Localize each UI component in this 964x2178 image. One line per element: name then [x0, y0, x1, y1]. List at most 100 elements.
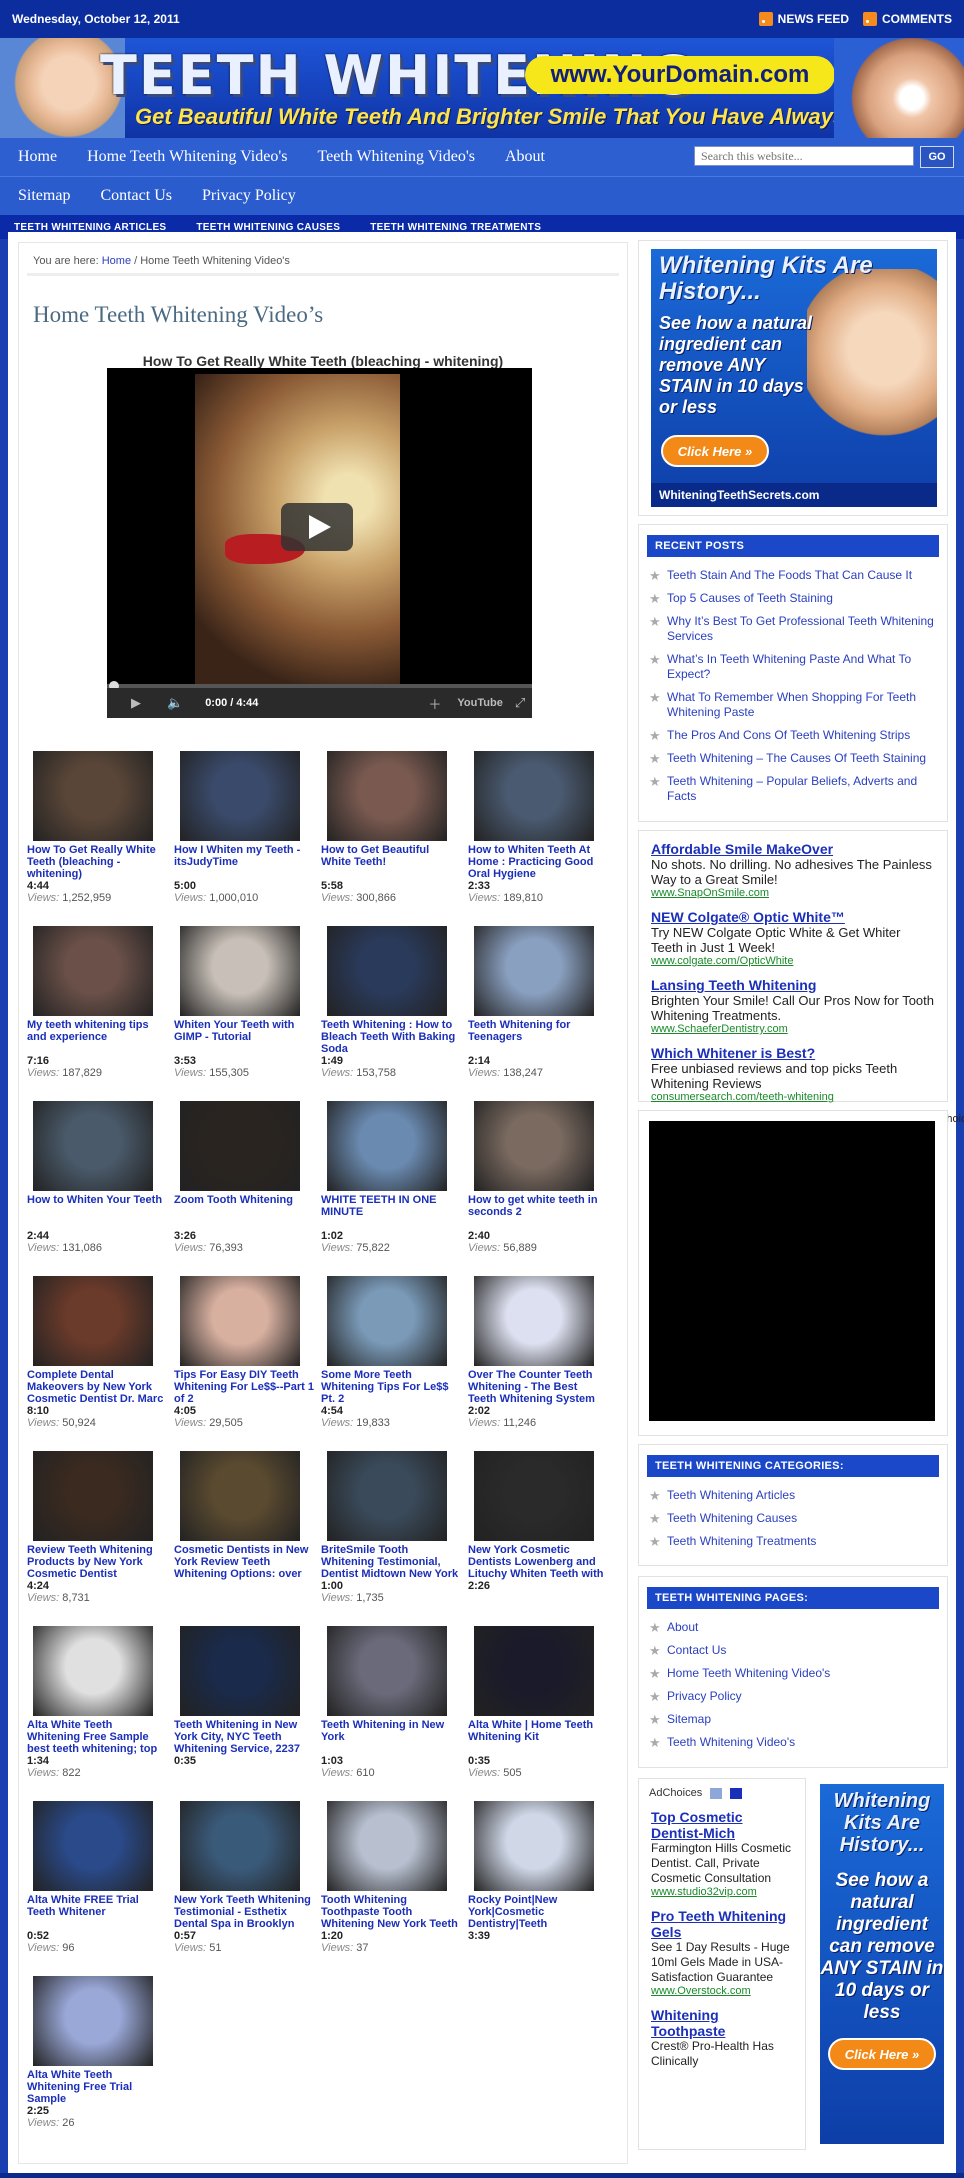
- news-feed-link[interactable]: NEWS FEED: [758, 12, 849, 26]
- video-item[interactable]: BriteSmile Tooth Whitening Testimonial, …: [321, 1451, 461, 1604]
- text-ad-url[interactable]: www.SchaeferDentistry.com: [651, 1023, 935, 1035]
- nav-teeth-whitening-videos[interactable]: Teeth Whitening Video's: [317, 148, 475, 166]
- video-title-link[interactable]: Teeth Whitening : How to Bleach Teeth Wi…: [321, 1019, 461, 1055]
- category-link[interactable]: ★ Teeth Whitening Causes: [647, 1508, 939, 1531]
- text-ad[interactable]: Affordable Smile MakeOver No shots. No dr…: [651, 841, 935, 899]
- text-ad[interactable]: NEW Colgate® Optic White™ Try NEW Colgate…: [651, 909, 935, 967]
- sky-ad-prev-icon[interactable]: [710, 1787, 723, 1799]
- blank-video-ad[interactable]: [649, 1121, 935, 1421]
- nav-causes[interactable]: TEETH WHITENING CAUSES: [196, 222, 340, 233]
- text-ad-title[interactable]: Which Whitener is Best?: [651, 1045, 935, 1061]
- video-item[interactable]: Alta White FREE Trial Teeth Whitener 0:52…: [27, 1801, 167, 1954]
- whitening-kit-ad[interactable]: Whitening Kits Are History... See how a …: [651, 249, 937, 507]
- text-ad-title[interactable]: Pro Teeth Whitening Gels: [651, 1908, 793, 1940]
- video-thumbnail[interactable]: [474, 1451, 594, 1541]
- video-title-link[interactable]: Zoom Tooth Whitening: [174, 1194, 314, 1230]
- sky-adchoices[interactable]: AdChoices: [649, 1787, 702, 1799]
- video-title-link[interactable]: New York Teeth Whitening Testimonial - E…: [174, 1894, 314, 1930]
- page-link[interactable]: ★ Teeth Whitening Video's: [647, 1732, 939, 1755]
- video-thumbnail[interactable]: [474, 1626, 594, 1716]
- video-title-link[interactable]: Rocky Point|New York|Cosmetic Dentistry|…: [468, 1894, 608, 1930]
- video-item[interactable]: Teeth Whitening in New York 1:03 Views: 61…: [321, 1626, 461, 1779]
- video-title-link[interactable]: How to Get Beautiful White Teeth!: [321, 844, 461, 880]
- video-item[interactable]: New York Teeth Whitening Testimonial - E…: [174, 1801, 314, 1954]
- video-screen[interactable]: [107, 368, 532, 688]
- recent-post-link[interactable]: ★ What To Remember When Shopping For Teet…: [647, 687, 939, 725]
- text-ad[interactable]: Which Whitener is Best? Free unbiased rev…: [651, 1045, 935, 1103]
- video-item[interactable]: Tips For Easy DIY Teeth Whitening For Le…: [174, 1276, 314, 1429]
- video-thumbnail[interactable]: [180, 1626, 300, 1716]
- video-title-link[interactable]: Some More Teeth Whitening Tips For Le$$ …: [321, 1369, 461, 1405]
- video-thumbnail[interactable]: [33, 1976, 153, 2066]
- video-title-link[interactable]: Alta White | Home Teeth Whitening Kit: [468, 1719, 608, 1755]
- video-item[interactable]: WHITE TEETH IN ONE MINUTE 1:02 Views: 75,8…: [321, 1101, 461, 1254]
- video-item[interactable]: How to get white teeth in seconds 2 2:40 V…: [468, 1101, 608, 1254]
- text-ad-title[interactable]: Lansing Teeth Whitening: [651, 977, 935, 993]
- text-ad-title[interactable]: NEW Colgate® Optic White™: [651, 909, 935, 925]
- recent-post-link[interactable]: ★ The Pros And Cons Of Teeth Whitening St…: [647, 725, 939, 748]
- video-thumbnail[interactable]: [33, 926, 153, 1016]
- header-banner[interactable]: TEETH WHITENING www.YourDomain.com Get B…: [0, 38, 964, 138]
- video-title-link[interactable]: Alta White Teeth Whitening Free Trial Sa…: [27, 2069, 167, 2105]
- video-thumbnail[interactable]: [180, 1801, 300, 1891]
- recent-post-link[interactable]: ★ Why It’s Best To Get Professional Teeth…: [647, 611, 939, 649]
- video-item[interactable]: Teeth Whitening for Teenagers 2:14 Views: …: [468, 926, 608, 1079]
- video-title-link[interactable]: How to get white teeth in seconds 2: [468, 1194, 608, 1230]
- video-item[interactable]: Review Teeth Whitening Products by New Y…: [27, 1451, 167, 1604]
- video-thumbnail[interactable]: [33, 1101, 153, 1191]
- video-item[interactable]: Alta White Teeth Whitening Free Sample b…: [27, 1626, 167, 1779]
- video-item[interactable]: Teeth Whitening in New York City, NYC Te…: [174, 1626, 314, 1767]
- video-item[interactable]: Complete Dental Makeovers by New York Co…: [27, 1276, 167, 1429]
- kit-ad-click-button[interactable]: Click Here »: [661, 435, 769, 467]
- video-item[interactable]: Zoom Tooth Whitening 3:26 Views: 76,393: [174, 1101, 314, 1254]
- video-thumbnail[interactable]: [180, 1451, 300, 1541]
- text-ad-title[interactable]: Whitening Toothpaste: [651, 2007, 793, 2039]
- nav-home[interactable]: Home: [18, 148, 57, 166]
- video-thumbnail[interactable]: [33, 1451, 153, 1541]
- page-link[interactable]: ★ Home Teeth Whitening Video's: [647, 1663, 939, 1686]
- text-ad-title[interactable]: Top Cosmetic Dentist-Mich: [651, 1809, 793, 1841]
- video-item[interactable]: Alta White | Home Teeth Whitening Kit 0:3…: [468, 1626, 608, 1779]
- video-thumbnail[interactable]: [180, 926, 300, 1016]
- video-title-link[interactable]: How I Whiten my Teeth - itsJudyTime: [174, 844, 314, 880]
- text-ad-url[interactable]: www.studio32vip.com: [651, 1886, 793, 1898]
- video-item[interactable]: Whiten Your Teeth with GIMP - Tutorial 3:…: [174, 926, 314, 1079]
- video-title-link[interactable]: Tips For Easy DIY Teeth Whitening For Le…: [174, 1369, 314, 1405]
- recent-post-link[interactable]: ★ What’s In Teeth Whitening Paste And Wha…: [647, 649, 939, 687]
- text-ad-url[interactable]: www.Overstock.com: [651, 1985, 793, 1997]
- video-item[interactable]: How I Whiten my Teeth - itsJudyTime 5:00 V…: [174, 751, 314, 904]
- video-title-link[interactable]: BriteSmile Tooth Whitening Testimonial, …: [321, 1544, 461, 1580]
- recent-post-link[interactable]: ★ Teeth Whitening – The Causes Of Teeth S…: [647, 748, 939, 771]
- video-thumbnail[interactable]: [327, 926, 447, 1016]
- video-title-link[interactable]: How to Whiten Your Teeth: [27, 1194, 167, 1230]
- video-title-link[interactable]: Teeth Whitening in New York: [321, 1719, 461, 1755]
- nav-privacy-policy[interactable]: Privacy Policy: [202, 187, 296, 205]
- nav-sitemap[interactable]: Sitemap: [18, 187, 70, 205]
- video-thumbnail[interactable]: [327, 1801, 447, 1891]
- video-thumbnail[interactable]: [33, 1626, 153, 1716]
- video-item[interactable]: New York Cosmetic Dentists Lowenberg and…: [468, 1451, 608, 1592]
- video-thumbnail[interactable]: [33, 1276, 153, 1366]
- video-thumbnail[interactable]: [474, 1801, 594, 1891]
- search-go-button[interactable]: GO: [920, 146, 954, 168]
- nav-home-teeth-whitening-videos[interactable]: Home Teeth Whitening Video's: [87, 148, 287, 166]
- video-item[interactable]: My teeth whitening tips and experience 7:…: [27, 926, 167, 1079]
- text-ad-url[interactable]: consumersearch.com/teeth-whitening: [651, 1091, 935, 1103]
- play-small-icon[interactable]: ▶: [131, 695, 141, 711]
- video-thumbnail[interactable]: [327, 751, 447, 841]
- video-item[interactable]: How To Get Really White Teeth (bleaching…: [27, 751, 167, 904]
- text-ad-url[interactable]: www.SnapOnSmile.com: [651, 887, 935, 899]
- video-thumbnail[interactable]: [327, 1451, 447, 1541]
- text-ad[interactable]: Top Cosmetic Dentist-Mich Farmington Hill…: [651, 1809, 793, 1898]
- video-thumbnail[interactable]: [33, 751, 153, 841]
- video-title-link[interactable]: Cosmetic Dentists in New York Review Tee…: [174, 1544, 314, 1580]
- youtube-logo-icon[interactable]: YouTube: [457, 697, 502, 709]
- nav-contact-us[interactable]: Contact Us: [100, 187, 172, 205]
- video-thumbnail[interactable]: [327, 1101, 447, 1191]
- video-player[interactable]: ▶ 🔈 0:00 / 4:44 ＋ YouTube ⤢: [107, 368, 532, 718]
- video-title-link[interactable]: Tooth Whitening Toothpaste Tooth Whiteni…: [321, 1894, 461, 1930]
- nav-about[interactable]: About: [505, 148, 545, 166]
- nav-articles[interactable]: TEETH WHITENING ARTICLES: [14, 222, 166, 233]
- video-thumbnail[interactable]: [474, 751, 594, 841]
- text-ad[interactable]: Whitening Toothpaste Crest® Pro-Health Ha…: [651, 2007, 793, 2069]
